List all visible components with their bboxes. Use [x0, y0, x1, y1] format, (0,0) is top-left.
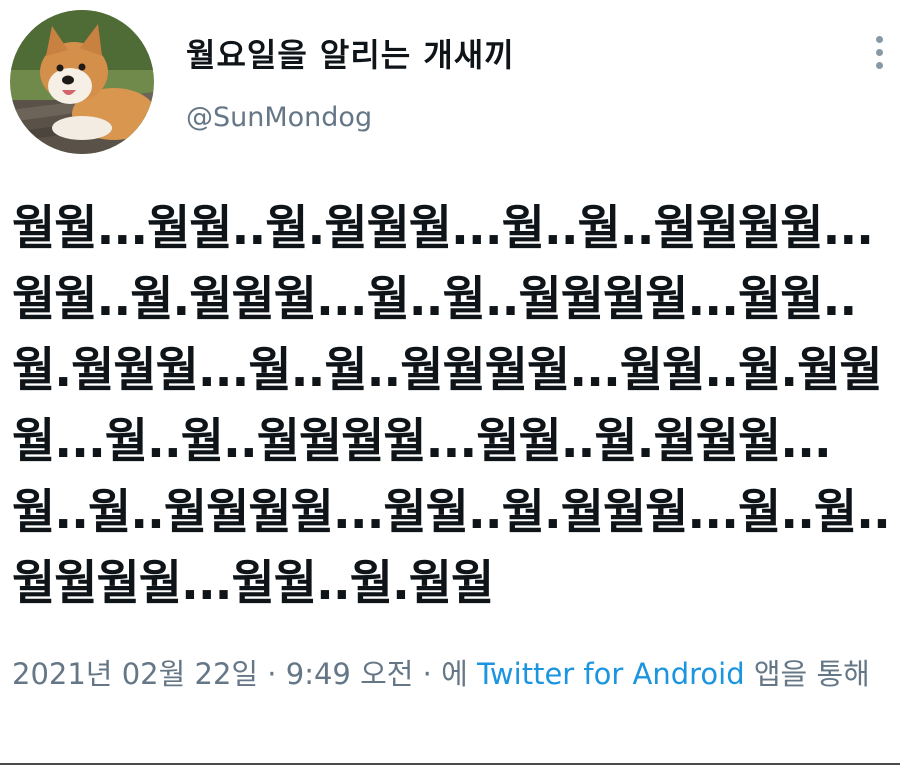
tweet-metadata: 2021년 02월 22일 · 9:49 오전 · 에 Twitter for …: [12, 648, 892, 700]
tweet-text: 월월...월월..월.월월월...월..월..월월월월...월월..월.월월월.…: [12, 201, 891, 611]
via-prefix: · 에: [413, 657, 478, 691]
tweet-source-link[interactable]: Twitter for Android: [477, 657, 745, 691]
more-vertical-icon[interactable]: [864, 30, 894, 74]
author-display-name[interactable]: 월요일을 알리는 개새끼: [186, 30, 515, 76]
avatar[interactable]: [10, 10, 154, 154]
divider: [0, 763, 900, 765]
author-handle[interactable]: @SunMondog: [186, 102, 372, 133]
akita-dog-avatar: [10, 10, 154, 154]
via-suffix: 앱을 통해: [744, 657, 870, 691]
tweet-timestamp[interactable]: 2021년 02월 22일 · 9:49 오전: [12, 657, 413, 691]
